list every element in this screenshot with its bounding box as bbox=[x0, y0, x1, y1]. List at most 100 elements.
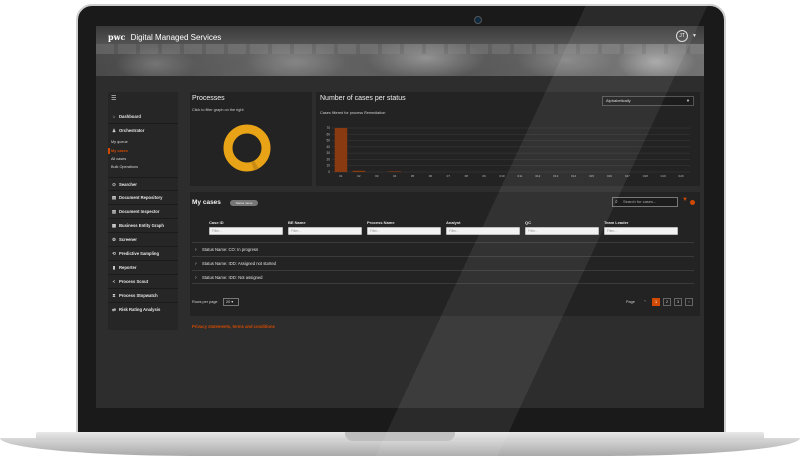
filter-input-be-name[interactable]: Filter... bbox=[288, 227, 362, 235]
sidebar-subitem-bulk-operations[interactable]: Bulk Operations bbox=[111, 165, 138, 169]
x-tick-label: 017 bbox=[625, 174, 630, 178]
y-tick-label: 10 bbox=[326, 164, 330, 168]
sidebar-item-orchestrator[interactable]: ♟ Orchestrator bbox=[108, 124, 178, 138]
filter-icon[interactable]: ▼ bbox=[682, 197, 688, 203]
sidebar-item-document-inspector[interactable]: ▥ Document Inspector bbox=[108, 205, 178, 219]
laptop-base bbox=[0, 432, 800, 460]
column-header-be-name[interactable]: BE Name bbox=[288, 220, 306, 225]
sort-select[interactable]: Alphabetically ▼ bbox=[602, 96, 694, 106]
pager-prev-button[interactable]: ‹ bbox=[641, 298, 649, 306]
sidebar-item-document-repository[interactable]: ▤ Document Repository bbox=[108, 191, 178, 205]
sidebar-item-process-scout[interactable]: < Process Scout bbox=[108, 275, 178, 289]
stopwatch-icon: ⧗ bbox=[112, 293, 116, 298]
column-header-team-leader[interactable]: Team Leader bbox=[604, 220, 628, 225]
brand[interactable]: pwc Digital Managed Services bbox=[108, 32, 221, 42]
sidebar-item-process-stopwatch[interactable]: ⧗ Process Stopwatch bbox=[108, 289, 178, 303]
share-icon: < bbox=[112, 279, 116, 284]
report-icon: ▮ bbox=[112, 265, 116, 270]
sidebar-item-risk-rating-analysis[interactable]: ⇄ Risk Rating Analysis bbox=[108, 303, 178, 317]
active-indicator bbox=[108, 148, 110, 154]
filter-input-qc[interactable]: Filter... bbox=[525, 227, 599, 235]
filter-input-team-leader[interactable]: Filter... bbox=[604, 227, 678, 235]
sidebar-item-dashboard[interactable]: ⌂ Dashboard bbox=[108, 110, 178, 124]
sidebar-item-label: Dashboard bbox=[119, 114, 141, 119]
menu-icon[interactable]: ☰ bbox=[111, 95, 116, 102]
group-row-co-in-progress[interactable]: › Status Name: CO: In progress bbox=[192, 242, 694, 256]
pager-page-1[interactable]: 1 bbox=[652, 298, 660, 306]
my-cases-title: My cases bbox=[192, 199, 221, 206]
settings-dot-icon[interactable] bbox=[690, 200, 695, 205]
chevron-right-icon: › bbox=[195, 275, 197, 281]
document-icon: ▤ bbox=[111, 195, 117, 200]
x-tick-label: 012 bbox=[535, 174, 540, 178]
pager-next-button[interactable]: › bbox=[685, 298, 693, 306]
group-row-label: Status Name: IDD: Not assigned bbox=[202, 275, 263, 280]
sidebar-item-screener[interactable]: ⚙ Screener bbox=[108, 233, 178, 247]
privacy-terms-link[interactable]: Privacy statements, terms and conditions bbox=[192, 324, 275, 329]
avatar[interactable]: JT bbox=[676, 30, 688, 42]
x-tick-label: 01 bbox=[339, 174, 343, 178]
bar-04[interactable] bbox=[388, 171, 401, 172]
bar-02[interactable] bbox=[352, 170, 366, 172]
y-tick-label: 70 bbox=[326, 126, 330, 130]
sidebar-item-label: Process Stopwatch bbox=[119, 293, 158, 298]
group-row-idd-not-assigned[interactable]: › Status Name: IDD: Not assigned bbox=[192, 270, 694, 284]
sidebar-item-reporter[interactable]: ▮ Reporter bbox=[108, 261, 178, 275]
x-tick-label: 018 bbox=[643, 174, 648, 178]
processes-panel: Processes Click to filter graph on the r… bbox=[190, 92, 312, 186]
search-input[interactable]: ⌕ Search for cases... bbox=[612, 197, 678, 207]
person-icon: ♟ bbox=[111, 128, 117, 133]
processes-donut-chart[interactable] bbox=[190, 92, 312, 186]
x-tick-label: 016 bbox=[607, 174, 612, 178]
rows-per-page-label: Rows per page bbox=[192, 300, 218, 304]
status-name-badge[interactable]: Status name bbox=[230, 200, 258, 206]
pager-page-2[interactable]: 2 bbox=[663, 298, 671, 306]
group-row-idd-assigned-not-started[interactable]: › Status Name: IDD: Assigned not started bbox=[192, 256, 694, 270]
column-header-case-id[interactable]: Case ID bbox=[209, 220, 224, 225]
chevron-down-icon[interactable]: ▼ bbox=[692, 33, 697, 39]
sidebar-item-business-entity-graph[interactable]: ▦ Business Entity Graph bbox=[108, 219, 178, 233]
status-chart-panel: Number of cases per status Cases filtere… bbox=[316, 92, 700, 186]
bar-01[interactable] bbox=[334, 128, 348, 172]
camera-icon bbox=[474, 16, 482, 24]
sidebar-subitem-my-cases[interactable]: My cases bbox=[111, 149, 128, 153]
y-tick-label: 40 bbox=[326, 145, 330, 149]
chevron-down-icon: ▼ bbox=[686, 98, 690, 103]
column-header-analyst[interactable]: Analyst bbox=[446, 220, 460, 225]
pager-page-3[interactable]: 3 bbox=[674, 298, 682, 306]
y-tick-label: 30 bbox=[326, 151, 330, 155]
donut-slice-remediation[interactable] bbox=[223, 124, 271, 172]
chevron-down-icon: ▾ bbox=[231, 300, 234, 304]
column-header-process-name[interactable]: Process Name bbox=[367, 220, 395, 225]
home-icon: ⌂ bbox=[112, 114, 116, 119]
pwc-logo: pwc bbox=[108, 32, 126, 42]
sidebar-subitem-my-queue[interactable]: My queue bbox=[111, 140, 128, 144]
risk-icon: ⇄ bbox=[112, 307, 116, 312]
sidebar-item-searcher[interactable]: ⊙ Searcher bbox=[108, 177, 178, 191]
filter-input-process-name[interactable]: Filter... bbox=[367, 227, 441, 235]
sidebar-subitem-all-cases[interactable]: All cases bbox=[111, 157, 126, 161]
group-row-label: Status Name: IDD: Assigned not started bbox=[202, 261, 277, 266]
y-tick-label: 60 bbox=[326, 132, 330, 136]
sidebar: ☰ ⌂ Dashboard ♟ Orchestrator My queue My c… bbox=[108, 92, 178, 330]
group-row-label: Status Name: CO: In progress bbox=[202, 247, 259, 252]
sidebar-item-label: Process Scout bbox=[119, 279, 149, 284]
header-banner-detail bbox=[96, 44, 704, 54]
x-tick-label: 07 bbox=[447, 174, 451, 178]
filter-input-analyst[interactable]: Filter... bbox=[446, 227, 520, 235]
chevron-right-icon: › bbox=[195, 261, 197, 267]
app-title: Digital Managed Services bbox=[130, 33, 222, 42]
sidebar-item-label: Risk Rating Analysis bbox=[119, 307, 161, 312]
x-tick-label: 014 bbox=[571, 174, 576, 178]
x-tick-label: 011 bbox=[518, 174, 523, 178]
sampling-icon: ⟲ bbox=[112, 251, 116, 256]
x-tick-label: 06 bbox=[429, 174, 433, 178]
rows-per-page-select[interactable]: 20 ▾ bbox=[223, 298, 239, 306]
search-icon: ⌕ bbox=[615, 198, 618, 205]
x-tick-label: 020 bbox=[679, 174, 684, 178]
x-tick-label: 02 bbox=[357, 174, 361, 178]
filter-input-case-id[interactable]: Filter... bbox=[209, 227, 283, 235]
sidebar-item-predictive-sampling[interactable]: ⟲ Predictive Sampling bbox=[108, 247, 178, 261]
column-header-qc[interactable]: QC bbox=[525, 220, 531, 225]
app-screen: pwc Digital Managed Services JT ▼ ☰ ⌂ Das… bbox=[96, 26, 704, 408]
